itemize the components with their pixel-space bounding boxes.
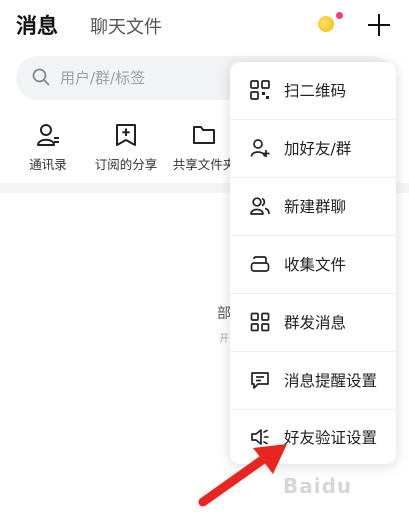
menu-item-label: 收集文件 — [284, 256, 347, 274]
quick-action-contacts[interactable]: 通讯录 — [8, 118, 88, 173]
new-group-icon — [250, 197, 270, 215]
tab-messages[interactable]: 消息 — [16, 10, 58, 40]
search-icon — [32, 68, 50, 86]
menu-item-collect-files[interactable]: 收集文件 — [230, 236, 396, 293]
menu-item-label: 加好友/群 — [284, 140, 352, 158]
message-alert-icon — [251, 372, 269, 389]
quick-action-label: 通讯录 — [29, 157, 67, 172]
background-text-fragment: 部 — [217, 306, 231, 322]
menu-item-scan-qr[interactable]: 扫二维码 — [230, 62, 396, 119]
subscribed-share-icon — [116, 124, 136, 146]
menu-item-new-group-chat[interactable]: 新建群聊 — [230, 178, 396, 235]
top-header: 消息 聊天文件 — [0, 0, 409, 52]
menu-item-message-alert-settings[interactable]: 消息提醒设置 — [230, 352, 396, 409]
add-dropdown-menu: 扫二维码 加好友/群 新建群聊 收集文件 群发消息 消息提醒设置 好友验证设置 — [230, 62, 396, 464]
add-friend-icon — [250, 139, 270, 157]
quick-action-subscribed-share[interactable]: 订阅的分享 — [86, 118, 166, 173]
menu-item-label: 好友验证设置 — [284, 429, 378, 447]
broadcast-grid-icon — [250, 312, 270, 332]
shared-folder-icon — [193, 126, 215, 144]
menu-item-label: 群发消息 — [284, 314, 347, 332]
coin-icon[interactable] — [318, 16, 334, 32]
quick-action-label: 订阅的分享 — [94, 157, 158, 172]
menu-item-label: 消息提醒设置 — [284, 372, 378, 390]
qr-code-icon — [250, 80, 270, 100]
menu-item-label: 新建群聊 — [284, 198, 347, 216]
menu-item-broadcast-message[interactable]: 群发消息 — [230, 294, 396, 351]
notification-dot — [336, 12, 343, 19]
menu-item-add-friend[interactable]: 加好友/群 — [230, 120, 396, 177]
collect-files-icon — [250, 256, 270, 272]
baidu-watermark: Baidu — [283, 474, 353, 498]
background-text-fragment: 开 — [219, 334, 229, 345]
contacts-icon — [37, 124, 59, 146]
menu-item-label: 扫二维码 — [284, 82, 347, 100]
red-arrow-annotation — [198, 444, 287, 507]
tab-chat-files[interactable]: 聊天文件 — [90, 13, 162, 39]
add-menu-button[interactable] — [366, 12, 392, 38]
